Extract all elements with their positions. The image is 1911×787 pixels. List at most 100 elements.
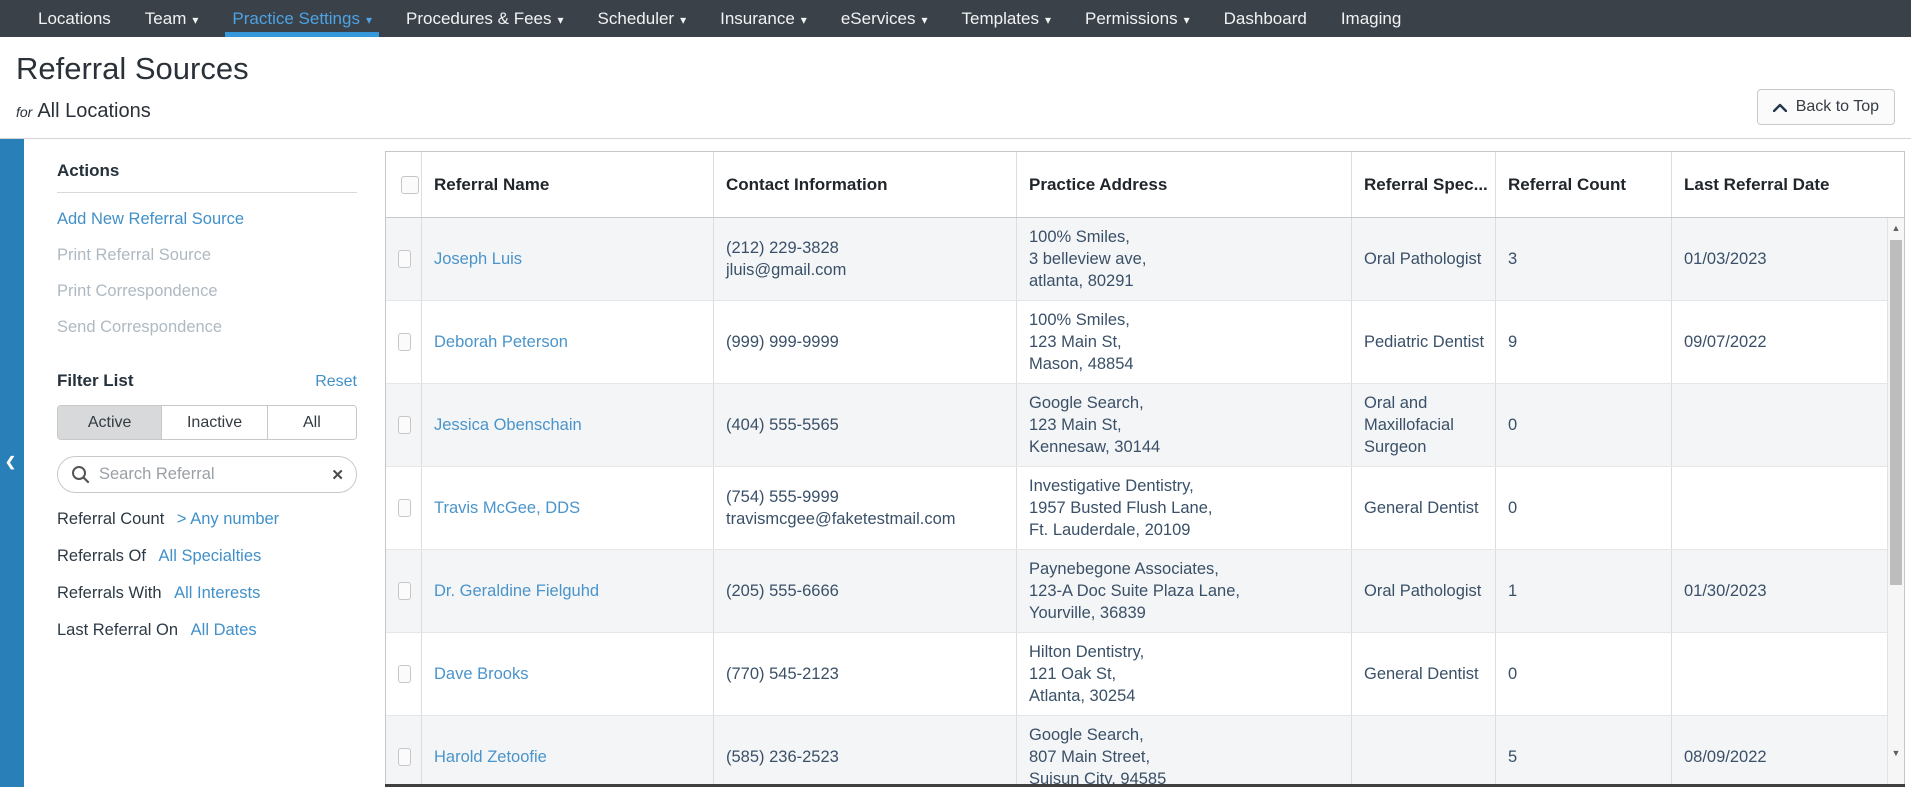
row-checkbox[interactable] bbox=[398, 665, 411, 683]
column-header-last-referral-date: Last Referral Date bbox=[1684, 174, 1830, 194]
action-send-correspondence: Send Correspondence bbox=[57, 318, 223, 336]
clear-search-icon[interactable]: ✕ bbox=[331, 466, 344, 484]
table-row: Harold Zetoofie (585) 236-2523 Google Se… bbox=[386, 716, 1887, 786]
contact-information-cell: (212) 229-3828 jluis@gmail.com bbox=[714, 218, 1017, 300]
scrollbar-thumb[interactable] bbox=[1890, 240, 1902, 585]
toggle-active[interactable]: Active bbox=[58, 406, 163, 439]
referral-name-link[interactable]: Harold Zetoofie bbox=[434, 746, 547, 768]
table-row: Deborah Peterson (999) 999-9999 100% Smi… bbox=[386, 301, 1887, 384]
filter-value-referral-count[interactable]: > Any number bbox=[177, 510, 279, 528]
nav-item-procedures-fees[interactable]: Procedures & Fees ▾ bbox=[389, 0, 581, 37]
filter-sidebar: Actions Add New Referral Source Print Ref… bbox=[24, 139, 364, 641]
referral-specialty-cell bbox=[1352, 716, 1496, 786]
filter-row: Referrals Of All Specialties bbox=[57, 547, 262, 565]
nav-item-scheduler[interactable]: Scheduler ▾ bbox=[581, 0, 704, 37]
referral-name-link[interactable]: Travis McGee, DDS bbox=[434, 497, 580, 519]
nav-item-dashboard[interactable]: Dashboard bbox=[1207, 0, 1324, 37]
referral-count-cell: 3 bbox=[1496, 218, 1672, 300]
contact-information-cell: (754) 555-9999 travismcgee@faketestmail.… bbox=[714, 467, 1017, 549]
last-referral-date-cell: 08/09/2022 bbox=[1684, 748, 1767, 766]
contact-information-cell: (770) 545-2123 bbox=[714, 633, 1017, 715]
referral-name-link[interactable]: Jessica Obenschain bbox=[434, 414, 582, 436]
referral-count-cell: 1 bbox=[1496, 550, 1672, 632]
filter-value-last-referral-on[interactable]: All Dates bbox=[191, 621, 257, 639]
last-referral-date-cell bbox=[1672, 467, 1887, 549]
column-header-referral-name: Referral Name bbox=[422, 152, 714, 217]
select-all-checkbox[interactable] bbox=[400, 175, 419, 194]
subtitle-location: All Locations bbox=[37, 100, 151, 122]
contact-information-cell: (404) 555-5565 bbox=[714, 384, 1017, 466]
page-subtitle: for All Locations bbox=[16, 100, 151, 123]
status-toggle-group: Active Inactive All bbox=[57, 405, 357, 440]
table-header-row: Referral Name Contact Information Practice… bbox=[386, 152, 1904, 218]
table-body: Joseph Luis (212) 229-3828 jluis@gmail.c… bbox=[386, 218, 1887, 786]
practice-address-cell: Hilton Dentistry, 121 Oak St, Atlanta, 3… bbox=[1017, 633, 1352, 715]
collapse-left-chevron-icon[interactable]: ❮ bbox=[5, 454, 16, 470]
sidebar-collapse-strip[interactable]: ❮ bbox=[0, 139, 24, 787]
nav-item-permissions[interactable]: Permissions ▾ bbox=[1068, 0, 1207, 37]
content-area: ❮ Actions Add New Referral Source Print R… bbox=[0, 138, 1911, 787]
table-row: Joseph Luis (212) 229-3828 jluis@gmail.c… bbox=[386, 218, 1887, 301]
subtitle-prefix: for bbox=[16, 104, 33, 120]
vertical-scrollbar[interactable]: ▲ ▼ bbox=[1887, 218, 1904, 786]
referral-specialty-cell: Oral Pathologist bbox=[1352, 550, 1496, 632]
chevron-down-icon: ▾ bbox=[365, 12, 372, 27]
filter-list-heading: Filter List bbox=[57, 371, 134, 390]
column-header-practice-address: Practice Address bbox=[1017, 152, 1352, 217]
referral-name-link[interactable]: Deborah Peterson bbox=[434, 331, 568, 353]
filter-row: Referrals With All Interests bbox=[57, 584, 261, 602]
search-referral-box: ✕ bbox=[57, 456, 357, 493]
nav-item-insurance[interactable]: Insurance ▾ bbox=[703, 0, 824, 37]
nav-item-locations[interactable]: Locations bbox=[21, 0, 128, 37]
table-row: Dr. Geraldine Fielguhd (205) 555-6666 Pa… bbox=[386, 550, 1887, 633]
referral-name-link[interactable]: Dr. Geraldine Fielguhd bbox=[434, 580, 599, 602]
last-referral-date-cell bbox=[1672, 633, 1887, 715]
filter-value-referrals-of[interactable]: All Specialties bbox=[159, 547, 262, 565]
practice-address-cell: Paynebegone Associates, 123-A Doc Suite … bbox=[1017, 550, 1352, 632]
row-checkbox[interactable] bbox=[398, 748, 411, 766]
referral-count-cell: 5 bbox=[1496, 716, 1672, 786]
action-print-correspondence: Print Correspondence bbox=[57, 282, 218, 300]
row-checkbox[interactable] bbox=[398, 582, 411, 600]
search-referral-input[interactable] bbox=[99, 465, 332, 484]
scroll-down-icon[interactable]: ▼ bbox=[1888, 748, 1904, 758]
nav-item-eservices[interactable]: eServices ▾ bbox=[824, 0, 945, 37]
back-to-top-button[interactable]: Back to Top bbox=[1756, 89, 1895, 125]
scroll-up-icon[interactable]: ▲ bbox=[1888, 223, 1904, 233]
toggle-inactive[interactable]: Inactive bbox=[162, 406, 268, 439]
nav-item-templates[interactable]: Templates ▾ bbox=[945, 0, 1069, 37]
referral-name-link[interactable]: Joseph Luis bbox=[434, 248, 522, 270]
referral-specialty-cell: General Dentist bbox=[1352, 467, 1496, 549]
practice-address-cell: 100% Smiles, 123 Main St, Mason, 48854 bbox=[1017, 301, 1352, 383]
action-print-referral-source: Print Referral Source bbox=[57, 246, 212, 264]
filter-value-referrals-with[interactable]: All Interests bbox=[174, 584, 260, 602]
chevron-up-icon bbox=[1772, 103, 1787, 112]
contact-information-cell: (585) 236-2523 bbox=[714, 716, 1017, 786]
reset-filters-link[interactable]: Reset bbox=[315, 373, 357, 391]
referral-count-cell: 0 bbox=[1496, 633, 1672, 715]
row-checkbox[interactable] bbox=[398, 499, 411, 517]
row-checkbox[interactable] bbox=[398, 250, 411, 268]
referral-name-link[interactable]: Dave Brooks bbox=[434, 663, 528, 685]
nav-item-imaging[interactable]: Imaging bbox=[1324, 0, 1418, 37]
contact-information-cell: (205) 555-6666 bbox=[714, 550, 1017, 632]
row-checkbox[interactable] bbox=[398, 333, 411, 351]
chevron-down-icon: ▾ bbox=[921, 12, 928, 27]
chevron-down-icon: ▾ bbox=[557, 12, 564, 27]
referral-table: Referral Name Contact Information Practice… bbox=[385, 151, 1905, 787]
chevron-down-icon: ▾ bbox=[1044, 12, 1052, 27]
referral-specialty-cell: Oral Pathologist bbox=[1352, 218, 1496, 300]
toggle-all[interactable]: All bbox=[267, 406, 356, 439]
referral-count-cell: 9 bbox=[1496, 301, 1672, 383]
last-referral-date-cell: 09/07/2022 bbox=[1684, 333, 1767, 351]
last-referral-date-cell: 01/30/2023 bbox=[1684, 582, 1767, 600]
chevron-down-icon: ▾ bbox=[800, 12, 807, 27]
column-header-contact-information: Contact Information bbox=[714, 152, 1017, 217]
nav-item-team[interactable]: Team ▾ bbox=[128, 0, 216, 37]
row-checkbox[interactable] bbox=[398, 416, 411, 434]
nav-item-practice-settings[interactable]: Practice Settings ▾ bbox=[215, 0, 389, 37]
action-add-new-referral-source[interactable]: Add New Referral Source bbox=[57, 209, 357, 229]
referral-specialty-cell: Pediatric Dentist bbox=[1352, 301, 1496, 383]
filter-row: Referral Count > Any number bbox=[57, 510, 280, 528]
top-nav-bar: Locations Team ▾ Practice Settings ▾ Pro… bbox=[0, 0, 1911, 37]
